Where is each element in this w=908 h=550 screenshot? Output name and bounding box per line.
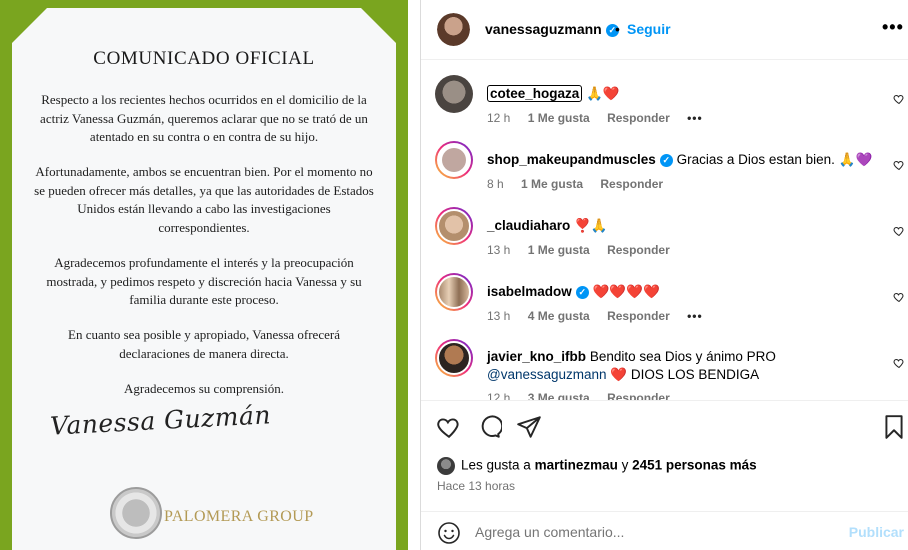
reply-button[interactable]: Responder: [607, 243, 670, 257]
comment-username[interactable]: shop_makeupandmuscles: [487, 152, 656, 167]
comment-input[interactable]: [475, 524, 825, 540]
likes-mid: y: [617, 457, 633, 473]
save-bookmark-icon[interactable]: [881, 414, 907, 440]
comment-item: shop_makeupandmuscles ✓ Gracias a Dios es…: [421, 127, 908, 193]
comment-likes[interactable]: 4 Me gusta: [528, 309, 590, 323]
comment-text: isabelmadow ✓ ❤️❤️❤️❤️: [487, 283, 877, 301]
comment-mention[interactable]: @vanessaguzmann: [487, 367, 607, 382]
comment-meta: 13 h 4 Me gusta Responder •••: [487, 309, 717, 323]
likes-summary: Les gusta a martinezmau y 2451 personas …: [437, 457, 757, 475]
comment-body: 🙏❤️: [586, 86, 620, 101]
separator-dot: •: [615, 21, 620, 37]
reply-button[interactable]: Responder: [607, 309, 670, 323]
comment-text: cotee_hogaza 🙏❤️: [487, 85, 877, 103]
comment-username[interactable]: javier_kno_ifbb: [487, 349, 586, 364]
company-seal-icon: [110, 487, 162, 539]
comment-body: ❣️🙏: [574, 218, 608, 233]
avatar[interactable]: [435, 75, 473, 113]
add-comment-bar: Publicar: [421, 511, 908, 550]
comments-list[interactable]: cotee_hogaza 🙏❤️ 12 h 1 Me gusta Respond…: [421, 61, 908, 400]
comment-text: javier_kno_ifbb Bendito sea Dios y ánimo…: [487, 348, 877, 384]
signature: Vanessa Guzmán: [49, 400, 272, 441]
comment-item: isabelmadow ✓ ❤️❤️❤️❤️ 13 h 4 Me gusta Re…: [421, 259, 908, 325]
avatar[interactable]: [435, 141, 473, 179]
comment-time[interactable]: 8 h: [487, 177, 504, 191]
brand-name: PALOMERA GROUP: [164, 508, 314, 525]
comment-username[interactable]: isabelmadow: [487, 284, 572, 299]
comment-meta: 12 h 1 Me gusta Responder •••: [487, 111, 717, 125]
verified-icon: ✓: [659, 153, 673, 167]
comment-text: shop_makeupandmuscles ✓ Gracias a Dios es…: [487, 151, 877, 169]
reply-button[interactable]: Responder: [607, 111, 670, 125]
comment-likes[interactable]: 1 Me gusta: [528, 111, 590, 125]
more-options-icon[interactable]: •••: [882, 17, 904, 38]
verified-icon: ✓: [575, 285, 589, 299]
header-username[interactable]: vanessaguzmann ✓: [485, 21, 619, 37]
avatar[interactable]: [435, 273, 473, 311]
comment-meta: 12 h 3 Me gusta Responder: [487, 391, 684, 400]
letter-paragraph: Respecto a los recientes hechos ocurrido…: [40, 92, 368, 144]
letter-title: COMUNICADO OFICIAL: [93, 48, 315, 69]
like-comment-heart-icon[interactable]: [893, 357, 905, 369]
comment-more-icon[interactable]: •••: [687, 111, 703, 125]
emoji-icon[interactable]: [437, 521, 461, 545]
comment-likes[interactable]: 3 Me gusta: [528, 391, 590, 400]
comment-time[interactable]: 12 h: [487, 391, 510, 400]
avatar[interactable]: [435, 207, 473, 245]
comment-item: javier_kno_ifbb Bendito sea Dios y ánimo…: [421, 325, 908, 400]
post-time[interactable]: Hace 13 horas: [437, 479, 515, 493]
avatar[interactable]: [435, 339, 473, 377]
like-comment-heart-icon[interactable]: [893, 93, 905, 105]
share-send-icon[interactable]: [516, 414, 542, 440]
liker-username[interactable]: martinezmau: [535, 458, 618, 473]
like-comment-heart-icon[interactable]: [893, 225, 905, 237]
reply-button[interactable]: Responder: [607, 391, 670, 400]
liker-avatar[interactable]: [437, 457, 455, 475]
avatar[interactable]: [437, 13, 470, 46]
comment-time[interactable]: 13 h: [487, 309, 510, 323]
like-comment-heart-icon[interactable]: [893, 159, 905, 171]
comment-bubble-icon[interactable]: [476, 414, 502, 440]
comment-username[interactable]: _claudiaharo: [487, 218, 570, 233]
post-header: vanessaguzmann ✓ • Seguir •••: [421, 0, 908, 60]
username-text[interactable]: vanessaguzmann: [485, 21, 602, 37]
letter-paragraph: Agradecemos su comprensión.: [124, 381, 284, 396]
comment-item: cotee_hogaza 🙏❤️ 12 h 1 Me gusta Respond…: [421, 61, 908, 127]
letter-paragraph: Agradecemos profundamente el interés y l…: [46, 255, 362, 307]
comment-body: Gracias a Dios estan bien. 🙏💜: [676, 152, 873, 167]
post-image[interactable]: COMUNICADO OFICIAL Respecto a los recien…: [0, 0, 420, 550]
comment-meta: 13 h 1 Me gusta Responder: [487, 243, 684, 257]
comment-body: ❤️❤️❤️❤️: [592, 284, 660, 299]
comment-likes[interactable]: 1 Me gusta: [521, 177, 583, 191]
likes-prefix: Les gusta a: [461, 457, 535, 473]
comment-body-2: ❤️ DIOS LOS BENDIGA: [610, 367, 760, 382]
like-heart-icon[interactable]: [436, 414, 462, 440]
comment-more-icon[interactable]: •••: [687, 309, 703, 323]
comment-username[interactable]: cotee_hogaza: [487, 85, 583, 102]
likes-count[interactable]: 2451 personas más: [632, 458, 757, 473]
comment-meta: 8 h 1 Me gusta Responder: [487, 177, 677, 191]
comment-time[interactable]: 13 h: [487, 243, 510, 257]
reply-button[interactable]: Responder: [600, 177, 663, 191]
post-actions: Les gusta a martinezmau y 2451 personas …: [421, 400, 908, 550]
letter-paragraph: En cuanto sea posible y apropiado, Vanes…: [68, 327, 340, 361]
comment-text: _claudiaharo ❣️🙏: [487, 217, 877, 235]
like-comment-heart-icon[interactable]: [893, 291, 905, 303]
letter-paper: COMUNICADO OFICIAL Respecto a los recien…: [12, 8, 396, 550]
follow-button[interactable]: Seguir: [627, 21, 671, 37]
comment-item: _claudiaharo ❣️🙏 13 h 1 Me gusta Respond…: [421, 193, 908, 259]
letter-paragraph: Afortunadamente, ambos se encuentran bie…: [34, 164, 374, 235]
comment-body: Bendito sea Dios y ánimo PRO: [589, 349, 776, 364]
publish-button[interactable]: Publicar: [849, 524, 904, 540]
comment-time[interactable]: 12 h: [487, 111, 510, 125]
comment-likes[interactable]: 1 Me gusta: [528, 243, 590, 257]
